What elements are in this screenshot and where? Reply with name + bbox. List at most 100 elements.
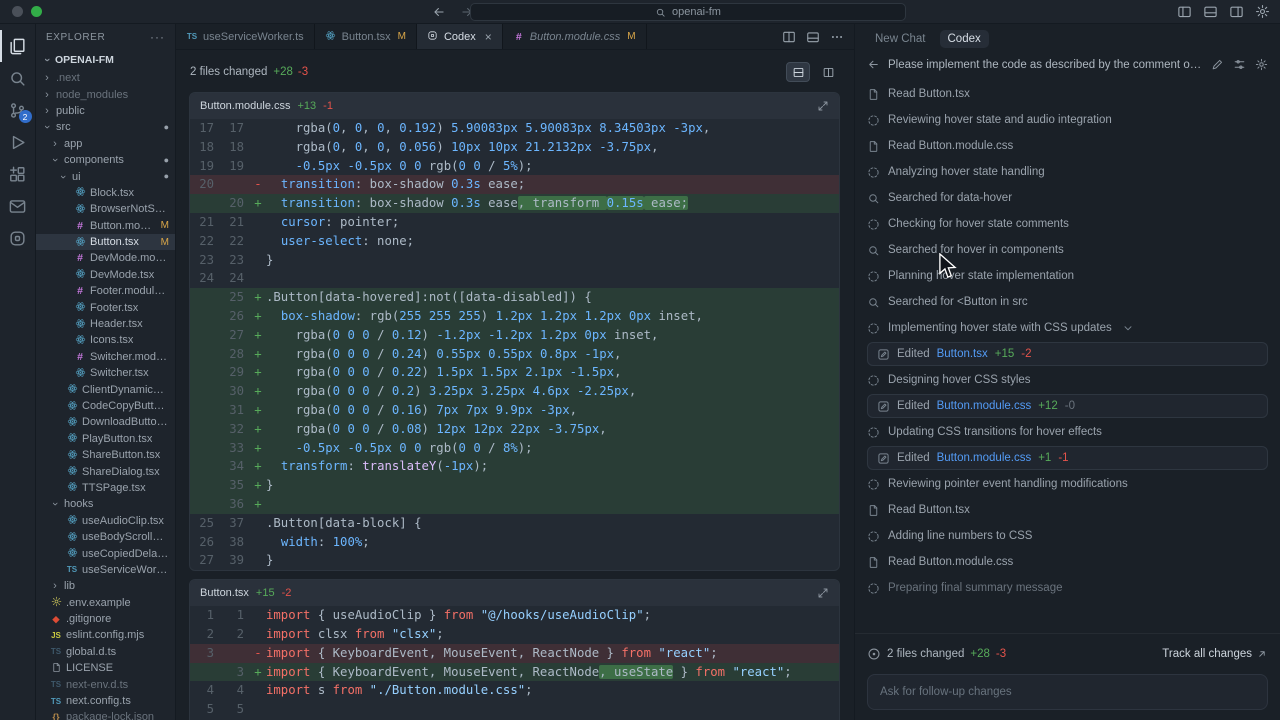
tree-item-ttspage-tsx[interactable]: TTSPage.tsx [36, 480, 175, 496]
activitybar-item-extensions[interactable] [0, 158, 36, 190]
tab-button-tsx[interactable]: Button.tsxM [315, 24, 417, 49]
tree-folder-lib[interactable]: ›lib [36, 578, 175, 594]
task-step[interactable]: Searched for hover in components [867, 237, 1268, 263]
tree-folder-node-modules[interactable]: ›node_modules [36, 86, 175, 102]
edited-file-row[interactable]: EditedButton.module.css+12-0 [867, 394, 1268, 418]
codex-tab-codex[interactable]: Codex [940, 30, 989, 48]
tree-item-next-env-d-ts[interactable]: TSnext-env.d.ts [36, 676, 175, 692]
more-icon[interactable] [830, 30, 844, 44]
task-step[interactable]: Reviewing pointer event handling modific… [867, 471, 1268, 497]
actions-icon[interactable] [1233, 58, 1246, 71]
task-step[interactable]: Designing hover CSS styles [867, 367, 1268, 393]
compose-icon[interactable] [1211, 58, 1224, 71]
tree-item-useserviceworker-ts[interactable]: TSuseServiceWorker.ts [36, 562, 175, 578]
panel-bottom-icon[interactable] [1203, 4, 1218, 19]
tree-item-clientdynamictts-tsx[interactable]: ClientDynamicTTS.tsx [36, 381, 175, 397]
tab-useserviceworker-ts[interactable]: TSuseServiceWorker.ts [176, 24, 315, 49]
tree-folder-ui[interactable]: ›ui● [36, 168, 175, 184]
task-step[interactable]: Planning hover state implementation [867, 263, 1268, 289]
tree-item-package-lock-json[interactable]: {}package-lock.json [36, 709, 175, 720]
tree-folder-public[interactable]: ›public [36, 103, 175, 119]
tree-item--env-example[interactable]: .env.example [36, 595, 175, 611]
edited-file-link[interactable]: Button.tsx [937, 348, 988, 360]
tree-item-switcher-module-css[interactable]: #Switcher.module.css [36, 349, 175, 365]
tree-root[interactable]: › OPENAI-FM [36, 50, 175, 70]
tab-codex[interactable]: Codex× [417, 24, 503, 49]
task-step[interactable]: Searched for data-hover [867, 185, 1268, 211]
activitybar-item-mail[interactable] [0, 190, 36, 222]
panel-right-icon[interactable] [1229, 4, 1244, 19]
activitybar-item-source-control[interactable]: 2 [0, 94, 36, 126]
activitybar-item-codex[interactable] [0, 222, 36, 254]
edited-file-link[interactable]: Button.module.css [937, 452, 1032, 464]
tree-folder--next[interactable]: ›.next [36, 70, 175, 86]
edited-file-row[interactable]: EditedButton.tsx+15-2 [867, 342, 1268, 366]
tree-item-license[interactable]: LICENSE [36, 660, 175, 676]
activitybar-item-run-debug[interactable] [0, 126, 36, 158]
task-step[interactable]: Adding line numbers to CSS [867, 523, 1268, 549]
window-control-zoom[interactable] [31, 6, 42, 17]
window-control-close[interactable] [12, 6, 23, 17]
split-icon[interactable] [782, 30, 796, 44]
gear-icon[interactable] [1255, 4, 1270, 19]
tree-item-global-d-ts[interactable]: TSglobal.d.ts [36, 644, 175, 660]
tree-item-codecopybutton-tsx[interactable]: CodeCopyButton.tsx [36, 398, 175, 414]
activitybar-item-search[interactable] [0, 62, 36, 94]
command-center-search[interactable]: openai-fm [470, 3, 906, 21]
activitybar-item-explorer[interactable] [0, 30, 36, 62]
panel-left-icon[interactable] [1177, 4, 1192, 19]
tree-item-block-tsx[interactable]: Block.tsx [36, 185, 175, 201]
track-all-changes-button[interactable]: Track all changes [1162, 648, 1268, 660]
task-step[interactable]: Analyzing hover state handling [867, 159, 1268, 185]
more-actions-icon[interactable]: ··· [150, 30, 165, 44]
tree-item-footer-tsx[interactable]: Footer.tsx [36, 299, 175, 315]
expand-icon[interactable] [817, 100, 829, 112]
view-inline-button[interactable] [786, 62, 810, 82]
tree-item-next-config-ts[interactable]: TSnext.config.ts [36, 693, 175, 709]
chevron-down-icon[interactable] [1122, 322, 1134, 334]
tree-item-sharebutton-tsx[interactable]: ShareButton.tsx [36, 447, 175, 463]
chat-input[interactable] [880, 686, 1255, 698]
task-step[interactable]: Searched for <Button in src [867, 289, 1268, 315]
tree-item-playbutton-tsx[interactable]: PlayButton.tsx [36, 431, 175, 447]
edited-file-link[interactable]: Button.module.css [937, 400, 1032, 412]
tree-item-switcher-tsx[interactable]: Switcher.tsx [36, 365, 175, 381]
gear-icon[interactable] [1255, 58, 1268, 71]
tab-button-module-css[interactable]: #Button.module.cssM [503, 24, 647, 49]
tree-item-eslint-config-mjs[interactable]: JSeslint.config.mjs [36, 627, 175, 643]
tree-item-button-tsx[interactable]: Button.tsxM [36, 234, 175, 250]
tree-item--gitignore[interactable]: ◆.gitignore [36, 611, 175, 627]
expand-icon[interactable] [817, 587, 829, 599]
back-icon[interactable] [432, 5, 446, 19]
tree-item-usebodyscrollable-tsx[interactable]: useBodyScrollable.tsx [36, 529, 175, 545]
edited-file-row[interactable]: EditedButton.module.css+1-1 [867, 446, 1268, 470]
back-icon[interactable] [867, 58, 880, 71]
tree-item-header-tsx[interactable]: Header.tsx [36, 316, 175, 332]
tree-folder-components[interactable]: ›components● [36, 152, 175, 168]
tree-item-useaudioclip-tsx[interactable]: useAudioClip.tsx [36, 513, 175, 529]
task-step[interactable]: Preparing final summary message [867, 575, 1268, 601]
tree-item-usecopieddelay-tsx[interactable]: useCopiedDelay.tsx [36, 545, 175, 561]
tree-item-sharedialog-tsx[interactable]: ShareDialog.tsx [36, 463, 175, 479]
tree-item-devmode-tsx[interactable]: DevMode.tsx [36, 267, 175, 283]
tree-folder-src[interactable]: ›src● [36, 119, 175, 135]
task-step[interactable]: Read Button.module.css [867, 549, 1268, 575]
task-step[interactable]: Checking for hover state comments [867, 211, 1268, 237]
task-step[interactable]: Read Button.tsx [867, 81, 1268, 107]
codex-tab-new-chat[interactable]: New Chat [867, 30, 934, 48]
close-icon[interactable]: × [485, 30, 492, 44]
task-step[interactable]: Read Button.tsx [867, 497, 1268, 523]
tree-item-footer-module-css[interactable]: #Footer.module.css [36, 283, 175, 299]
task-step[interactable]: Read Button.module.css [867, 133, 1268, 159]
task-step[interactable]: Updating CSS transitions for hover effec… [867, 419, 1268, 445]
task-step[interactable]: Implementing hover state with CSS update… [867, 315, 1268, 341]
tree-folder-hooks[interactable]: ›hooks [36, 496, 175, 512]
tree-item-button-module-[interactable]: #Button.module...M [36, 218, 175, 234]
tree-item-devmode-module-css[interactable]: #DevMode.module.css [36, 250, 175, 266]
task-step[interactable]: Reviewing hover state and audio integrat… [867, 107, 1268, 133]
tree-item-icons-tsx[interactable]: Icons.tsx [36, 332, 175, 348]
view-split-button[interactable] [816, 62, 840, 82]
tree-folder-app[interactable]: ›app [36, 136, 175, 152]
tree-item-downloadbutton-tsx[interactable]: DownloadButton.tsx [36, 414, 175, 430]
panel-bottom-icon[interactable] [806, 30, 820, 44]
